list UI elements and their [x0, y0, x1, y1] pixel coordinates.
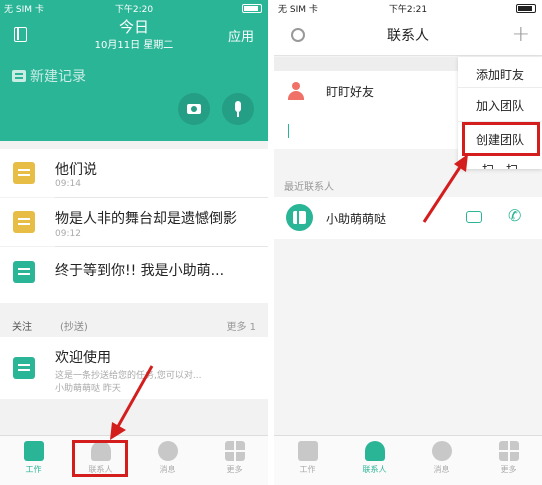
tab-contacts[interactable]: 联系人	[341, 441, 408, 475]
avatar	[286, 204, 313, 231]
add-icon[interactable]: +	[512, 22, 530, 47]
camera-icon	[187, 104, 201, 114]
item-title: 物是人非的舞台却是遗憾倒影	[55, 211, 237, 227]
highlight-box	[462, 122, 540, 156]
contacts-header: 无 SIM 卡 下午2:21 联系人 +	[274, 0, 542, 56]
item-meta: 小助萌萌哒 昨天	[55, 384, 121, 394]
phone-icon[interactable]: ✆	[508, 206, 521, 225]
work-screen: 无 SIM 卡 下午2:20 今日 10月11日 星期二 应用 新建记录 他们说…	[0, 0, 268, 485]
note-icon	[12, 70, 26, 82]
person-icon	[364, 441, 385, 461]
tab-work[interactable]: 工作	[274, 441, 341, 475]
tab-bar: 工作 联系人 消息 更多	[274, 435, 542, 485]
grid-icon	[498, 441, 519, 461]
tab-work[interactable]: 工作	[0, 441, 67, 475]
camera-button[interactable]	[178, 93, 210, 125]
battery-icon	[242, 4, 262, 13]
status-bar: 无 SIM 卡 下午2:21	[274, 0, 542, 16]
list-item[interactable]: 欢迎使用 这是一条抄送给您的任务,您可以对... 小助萌萌哒 昨天	[0, 337, 268, 399]
new-record-input[interactable]: 新建记录	[12, 66, 86, 86]
item-time: 09:14	[55, 179, 81, 189]
tab-messages[interactable]: 消息	[408, 441, 475, 475]
apps-button[interactable]: 应用	[228, 26, 254, 45]
item-time: 09:12	[55, 229, 81, 239]
today-header: 无 SIM 卡 下午2:20 今日 10月11日 星期二 应用 新建记录	[0, 0, 268, 141]
list-item[interactable]: 终于等到你!! 我是小助萌...	[0, 247, 268, 303]
page-title: 联系人	[387, 28, 429, 44]
microphone-icon	[235, 101, 241, 112]
item-summary: 这是一条抄送给您的任务,您可以对...	[55, 371, 202, 381]
status-bar: 无 SIM 卡 下午2:20	[0, 0, 268, 16]
friends-label: 盯盯好友	[326, 85, 375, 99]
highlight-box	[72, 440, 128, 477]
tab-more[interactable]: 更多	[475, 441, 542, 475]
menu-item-add-friend[interactable]: 添加盯友	[458, 66, 542, 83]
more-link[interactable]: 更多 1	[226, 318, 256, 333]
chat-bubble-icon	[431, 441, 452, 461]
tab-messages[interactable]: 消息	[134, 441, 201, 475]
grid-icon	[224, 441, 245, 461]
menu-item-join-team[interactable]: 加入团队	[458, 97, 542, 114]
contact-row[interactable]: 小助萌萌哒 ✆	[274, 197, 542, 239]
recent-contacts-header: 最近联系人	[284, 182, 334, 193]
battery-icon	[516, 4, 536, 13]
item-title: 终于等到你!! 我是小助萌...	[55, 263, 225, 279]
follow-label: 关注	[12, 322, 32, 333]
list-item[interactable]: 物是人非的舞台却是遗憾倒影 09:12	[0, 198, 268, 246]
menu-item-scan[interactable]: 扫一扫	[458, 161, 542, 169]
person-icon	[288, 82, 304, 100]
follow-section-header: 关注 (抄送) 更多 1	[0, 311, 268, 337]
list-item[interactable]: 他们说 09:14	[0, 149, 268, 197]
work-icon	[297, 441, 318, 461]
contacts-screen: 无 SIM 卡 下午2:21 联系人 + 盯盯好友 最近联系人 小助萌萌哒 ✆ …	[274, 0, 542, 485]
voice-button[interactable]	[222, 93, 254, 125]
clock-label: 下午2:20	[114, 5, 154, 15]
work-icon	[23, 441, 44, 461]
item-title: 他们说	[55, 162, 97, 178]
note-icon	[13, 162, 35, 184]
new-record-placeholder: 新建记录	[30, 69, 86, 85]
tab-bar: 工作 联系人 消息 更多	[0, 435, 268, 485]
task-icon	[13, 357, 35, 379]
item-title: 欢迎使用	[55, 350, 111, 366]
cc-label: (抄送)	[60, 322, 88, 333]
note-icon	[13, 211, 35, 233]
message-icon[interactable]	[466, 211, 482, 223]
contact-name: 小助萌萌哒	[326, 212, 387, 226]
clock-label: 下午2:21	[388, 5, 428, 15]
chat-bubble-icon	[157, 441, 178, 461]
note-icon	[13, 261, 35, 283]
tab-more[interactable]: 更多	[201, 441, 268, 475]
